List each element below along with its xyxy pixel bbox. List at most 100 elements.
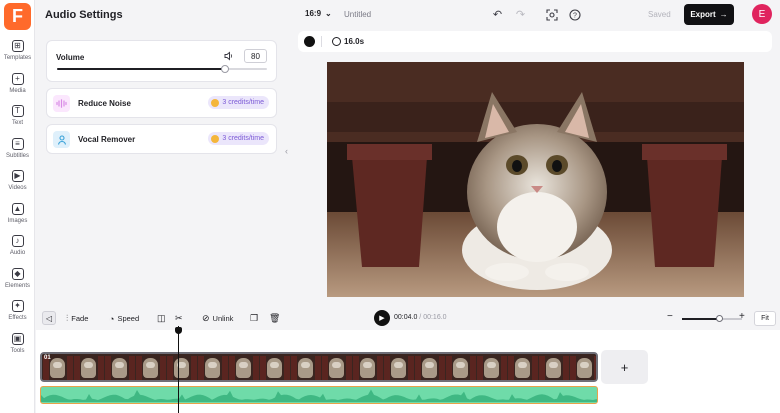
add-clip-button[interactable]: + xyxy=(601,350,648,384)
sidebar-item-label: Videos xyxy=(8,185,27,191)
project-title[interactable]: Untitled xyxy=(344,10,371,19)
aspect-ratio-value: 16:9 xyxy=(305,9,322,18)
images-icon: ▲ xyxy=(11,202,24,215)
unlink-label: Unlink xyxy=(212,314,234,323)
collapse-panel-chevron-icon[interactable]: ‹ xyxy=(285,146,293,160)
volume-icon[interactable]: ◁ xyxy=(42,311,56,325)
volume-slider-fill xyxy=(57,68,225,70)
video-clip[interactable]: 01 xyxy=(40,352,598,382)
clock-icon xyxy=(332,37,341,46)
waveform-icon xyxy=(53,95,70,112)
video-preview[interactable] xyxy=(327,62,744,297)
scissors-icon[interactable]: ✂ xyxy=(175,312,183,325)
coin-icon xyxy=(211,98,220,107)
app-logo[interactable]: F xyxy=(4,3,31,30)
audio-icon: ♪ xyxy=(11,235,24,247)
aspect-ratio-dropdown[interactable]: 16:9 ⌄ xyxy=(305,9,332,18)
sidebar-item-label: Audio xyxy=(9,250,26,256)
clip-thumbnail xyxy=(135,354,166,380)
clip-thumbnail xyxy=(383,354,414,380)
background-color-swatch[interactable] xyxy=(304,36,315,47)
vocal-remover-card[interactable]: Vocal Remover 3 credits/time xyxy=(46,124,277,154)
zoom-slider-fill xyxy=(682,318,720,320)
sidebar-item-audio[interactable]: ♪ Audio xyxy=(0,233,35,261)
save-status: Saved xyxy=(648,10,671,19)
sidebar-item-media[interactable]: + Media xyxy=(0,71,35,99)
ai-scan-icon[interactable] xyxy=(544,7,559,22)
audio-waveform xyxy=(41,389,597,402)
duration-value: 16.0s xyxy=(344,37,365,46)
clip-number: 01 xyxy=(44,355,51,361)
effects-icon: ✦ xyxy=(11,300,24,312)
sidebar-item-label: Tools xyxy=(10,347,25,354)
sidebar-item-effects[interactable]: ✦ Effects xyxy=(0,298,35,326)
clip-thumbnail xyxy=(290,354,321,380)
coin-icon xyxy=(211,134,220,143)
clip-thumbnail xyxy=(569,354,596,380)
sidebar-item-tools[interactable]: ▣ Tools xyxy=(0,331,35,359)
volume-slider[interactable] xyxy=(57,65,267,73)
sidebar-item-subtitles[interactable]: ≡ Subtitles xyxy=(0,136,35,164)
undo-icon[interactable]: ↶ xyxy=(490,7,505,22)
zoom-in-icon[interactable]: + xyxy=(739,311,745,322)
speed-button[interactable]: ◔ Speed xyxy=(109,312,139,325)
zoom-out-icon[interactable]: − xyxy=(667,311,673,322)
chevron-down-icon: ⌄ xyxy=(325,9,332,18)
zoom-slider-handle[interactable] xyxy=(716,315,724,322)
reduce-noise-card[interactable]: Reduce Noise 3 credits/time xyxy=(46,88,277,118)
duration-control[interactable]: 16.0s xyxy=(332,37,364,46)
sidebar-item-label: Text xyxy=(11,120,23,126)
sidebar-item-videos[interactable]: ▶ Videos xyxy=(0,168,35,196)
volume-value-input[interactable]: 80 xyxy=(244,49,267,63)
playhead[interactable] xyxy=(178,326,179,413)
split-icon[interactable]: ◫ xyxy=(157,312,166,325)
speaker-icon[interactable] xyxy=(224,51,234,64)
clip-thumbnail xyxy=(321,354,352,380)
credits-text: 3 credits/time xyxy=(222,135,264,142)
user-avatar[interactable]: E xyxy=(752,4,772,24)
sidebar-item-templates[interactable]: ⊞ Templates xyxy=(0,38,35,66)
reduce-noise-label: Reduce Noise xyxy=(78,99,131,108)
volume-slider-handle[interactable] xyxy=(221,65,229,73)
subtitles-icon: ≡ xyxy=(11,137,24,150)
duplicate-icon[interactable]: ❐ xyxy=(250,312,258,325)
play-button[interactable]: ▶ xyxy=(374,310,390,326)
audio-clip[interactable] xyxy=(40,386,598,404)
zoom-slider[interactable] xyxy=(682,315,742,322)
editor-app: F ⊞ Templates + Media T Text ≡ Subtitles ▶ Videos… xyxy=(0,0,780,413)
redo-icon[interactable]: ↷ xyxy=(513,7,528,22)
fade-label: Fade xyxy=(71,314,89,323)
volume-card: Volume 80 xyxy=(46,40,277,82)
clip-thumbnail xyxy=(197,354,228,380)
sidebar-item-text[interactable]: T Text xyxy=(0,103,35,131)
playhead-handle[interactable] xyxy=(175,327,182,334)
credits-badge: 3 credits/time xyxy=(208,96,269,109)
text-icon: T xyxy=(11,105,24,117)
tools-icon: ▣ xyxy=(11,332,24,345)
timeline-toolbar: ◁ ⫶ Fade ◔ Speed ◫ ✂ ⊘ Unlink ❐ 🗑 ▶ 00:04.0… xyxy=(36,308,780,329)
vocal-remover-label: Vocal Remover xyxy=(78,135,136,144)
elements-icon: ◆ xyxy=(11,267,24,280)
sidebar-item-label: Images xyxy=(7,217,28,224)
templates-icon: ⊞ xyxy=(11,40,24,52)
clip-thumbnail xyxy=(259,354,290,380)
media-icon: + xyxy=(11,72,24,85)
unlink-button[interactable]: ⊘ Unlink xyxy=(202,312,233,325)
person-icon xyxy=(53,131,70,148)
fade-button[interactable]: ⫶ Fade xyxy=(66,312,88,325)
clip-thumbnail xyxy=(476,354,507,380)
clip-thumbnail xyxy=(538,354,569,380)
sidebar-item-label: Subtitles xyxy=(5,152,29,159)
trash-icon[interactable]: 🗑 xyxy=(269,312,280,325)
volume-label: Volume xyxy=(56,53,85,62)
sidebar-item-elements[interactable]: ◆ Elements xyxy=(0,266,35,294)
help-icon[interactable]: ? xyxy=(567,7,582,22)
fit-button[interactable]: Fit xyxy=(754,311,776,326)
clip-thumbnail xyxy=(414,354,445,380)
sidebar-item-images[interactable]: ▲ Images xyxy=(0,201,35,229)
kitten-video-frame xyxy=(327,62,744,297)
speed-label: Speed xyxy=(117,314,140,323)
export-label: Export xyxy=(690,10,716,19)
export-button[interactable]: Export → xyxy=(684,4,734,25)
arrow-right-icon: → xyxy=(719,10,728,19)
